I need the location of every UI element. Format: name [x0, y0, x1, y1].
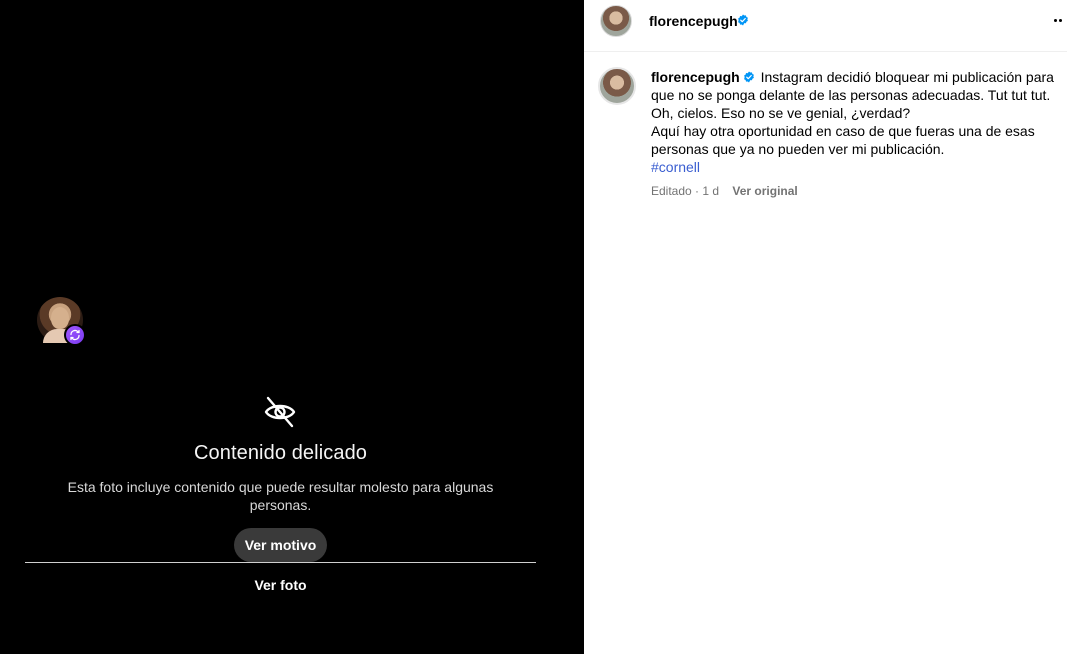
- author-avatar[interactable]: [600, 5, 632, 37]
- repost-icon: [64, 324, 86, 346]
- post-caption: florencepugh Instagram decidió bloquear …: [651, 68, 1059, 176]
- hashtag-link[interactable]: #cornell: [651, 159, 700, 175]
- avatar-face: [51, 307, 69, 329]
- overlay-divider: [25, 562, 536, 563]
- more-options-button[interactable]: [1050, 10, 1066, 30]
- post-details-panel: florencepugh florencepugh Instagram deci…: [584, 0, 1067, 654]
- caption-author-avatar[interactable]: [598, 67, 636, 105]
- more-dot: [1059, 18, 1062, 22]
- author-username[interactable]: florencepugh: [649, 13, 738, 29]
- verified-badge-icon: [738, 14, 748, 26]
- caption-username[interactable]: florencepugh: [651, 69, 740, 85]
- see-photo-button[interactable]: Ver foto: [0, 577, 561, 593]
- post-header: florencepugh: [584, 0, 1067, 52]
- see-reason-button[interactable]: Ver motivo: [234, 528, 327, 562]
- sensitive-content-title: Contenido delicado: [193, 442, 368, 464]
- eye-slash-icon: [262, 395, 298, 429]
- instagram-post-view: Contenido delicado Esta foto incluye con…: [0, 0, 1067, 654]
- caption-text-line2: Oh, cielos. Eso no se ve genial, ¿verdad…: [651, 105, 911, 121]
- verified-badge-icon: [743, 71, 754, 83]
- view-original-button[interactable]: Ver original: [732, 184, 797, 198]
- edited-timestamp: Editado · 1 d: [651, 184, 720, 198]
- more-horizontal-icon: [1054, 18, 1057, 22]
- caption-meta: Editado · 1 d Ver original: [651, 184, 798, 198]
- caption-text-line3: Aquí hay otra oportunidad en caso de que…: [651, 123, 1035, 157]
- sensitive-content-description: Esta foto incluye contenido que puede re…: [67, 479, 494, 513]
- media-pane: Contenido delicado Esta foto incluye con…: [0, 0, 584, 654]
